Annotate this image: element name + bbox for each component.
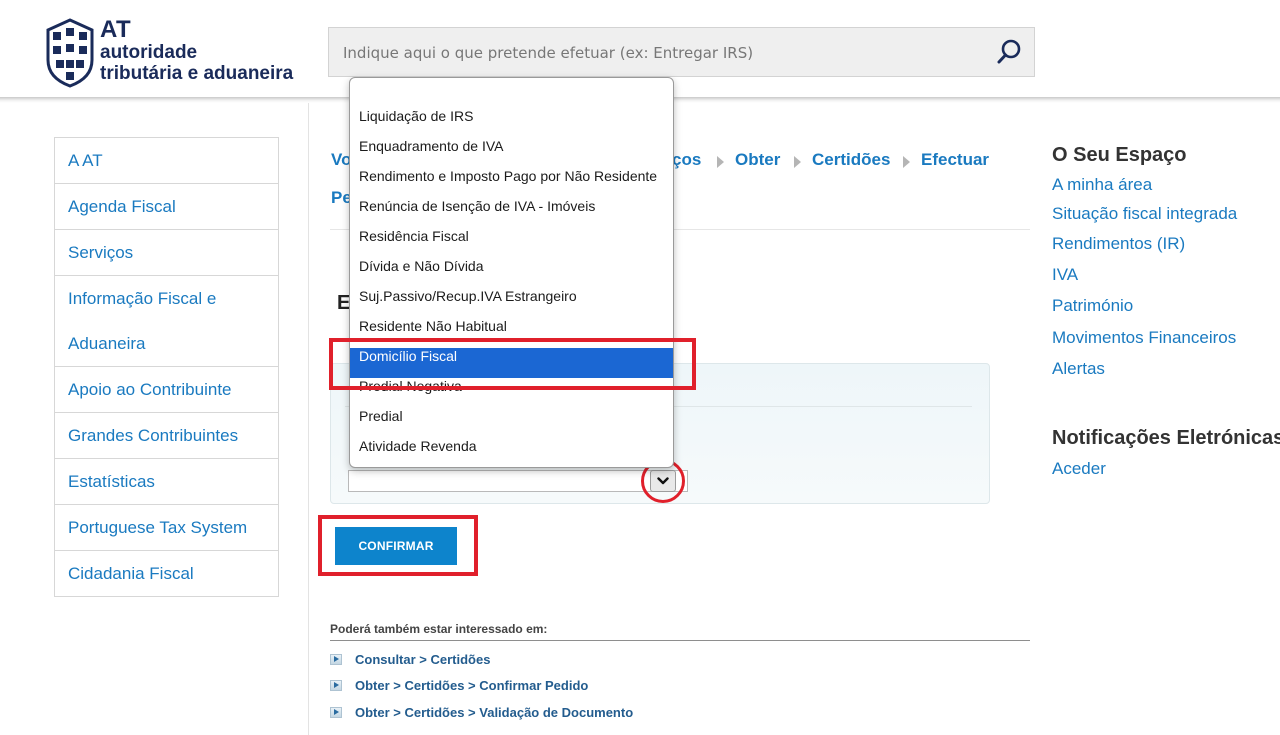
notifications-heading: Notificações Eletrónicas [1052, 427, 1280, 449]
nav-item-agenda-fiscal[interactable]: Agenda Fiscal [55, 184, 278, 230]
certificate-type-select[interactable] [348, 470, 688, 492]
nav-item-portuguese-tax-system[interactable]: Portuguese Tax System [55, 505, 278, 551]
breadcrumb-separator-icon [794, 156, 801, 168]
dropdown-option[interactable]: Renúncia de Isenção de IVA - Imóveis [350, 198, 673, 228]
related-link[interactable]: Obter > Certidões > Validação de Documen… [330, 705, 633, 720]
search-bar [328, 27, 1035, 77]
breadcrumb-separator-icon [717, 156, 724, 168]
dropdown-option[interactable]: Rendimento e Imposto Pago por Não Reside… [350, 168, 673, 198]
related-title: Poderá também estar interessado em: [330, 622, 548, 636]
my-space-link[interactable]: Alertas [1052, 359, 1105, 379]
nav-item-label-line-1: Informação Fiscal e [68, 289, 217, 308]
dropdown-option[interactable]: Predial [350, 408, 673, 438]
notifications-link[interactable]: Aceder [1052, 459, 1106, 479]
nav-item-label-line-2: Aduaneira [68, 334, 146, 353]
certificate-type-dropdown: Liquidação de IRS Enquadramento de IVA R… [349, 77, 674, 468]
at-shield-logo-icon [46, 18, 94, 88]
nav-item-estatisticas[interactable]: Estatísticas [55, 459, 278, 505]
nav-item-grandes-contribuintes[interactable]: Grandes Contribuintes [55, 413, 278, 459]
related-link-label: Consultar > Certidões [355, 652, 491, 667]
dropdown-option[interactable]: Liquidação de IRS [350, 108, 673, 138]
breadcrumb-item-efectuar[interactable]: Efectuar [921, 150, 989, 170]
my-space-link[interactable]: A minha área [1052, 175, 1152, 195]
left-navigation: A AT Agenda Fiscal Serviços Informação F… [54, 137, 279, 597]
dropdown-option[interactable]: Enquadramento de IVA [350, 138, 673, 168]
nav-item-informacao-fiscal[interactable]: Informação Fiscal e Aduaneira [55, 276, 278, 367]
breadcrumb-separator-icon [903, 156, 910, 168]
bullet-arrow-icon [330, 654, 342, 665]
related-link[interactable]: Consultar > Certidões [330, 652, 490, 667]
my-space-link[interactable]: IVA [1052, 265, 1078, 285]
my-space-heading: O Seu Espaço [1052, 144, 1187, 166]
dropdown-option[interactable]: Residência Fiscal [350, 228, 673, 258]
my-space-link[interactable]: Situação fiscal integrada [1052, 204, 1237, 224]
search-input[interactable] [341, 40, 985, 66]
related-link-label: Obter > Certidões > Confirmar Pedido [355, 678, 589, 693]
column-divider [308, 103, 309, 735]
site-logo[interactable]: AT autoridade tributária e aduaneira [44, 16, 314, 88]
my-space-link[interactable]: Movimentos Financeiros [1052, 328, 1236, 348]
related-divider [330, 640, 1030, 641]
related-link[interactable]: Obter > Certidões > Confirmar Pedido [330, 678, 588, 693]
nav-item-cidadania-fiscal[interactable]: Cidadania Fiscal [55, 551, 278, 596]
bullet-arrow-icon [330, 680, 342, 691]
annotation-box-selected-option [329, 338, 696, 390]
breadcrumb-item-obter[interactable]: Obter [735, 150, 780, 170]
dropdown-option[interactable]: Suj.Passivo/Recup.IVA Estrangeiro [350, 288, 673, 318]
dropdown-option[interactable]: Atividade Revenda [350, 438, 673, 467]
dropdown-option[interactable]: Dívida e Não Dívida [350, 258, 673, 288]
bullet-arrow-icon [330, 707, 342, 718]
logo-at-text: AT [100, 16, 132, 43]
nav-item-servicos[interactable]: Serviços [55, 230, 278, 276]
my-space-link[interactable]: Rendimentos (IR) [1052, 234, 1185, 254]
breadcrumb-item-servicos-partial[interactable]: ços [672, 150, 701, 170]
search-icon [997, 39, 1021, 64]
logo-line-2: tributária e aduaneira [100, 63, 294, 84]
nav-item-apoio-contribuinte[interactable]: Apoio ao Contribuinte [55, 367, 278, 413]
related-link-label: Obter > Certidões > Validação de Documen… [355, 705, 634, 720]
search-button[interactable] [996, 38, 1024, 66]
nav-item-a-at[interactable]: A AT [55, 138, 278, 184]
logo-line-1: autoridade [100, 42, 198, 63]
my-space-link[interactable]: Património [1052, 296, 1133, 316]
breadcrumb-item-certidoes[interactable]: Certidões [812, 150, 890, 170]
confirm-button[interactable]: CONFIRMAR [335, 527, 457, 565]
